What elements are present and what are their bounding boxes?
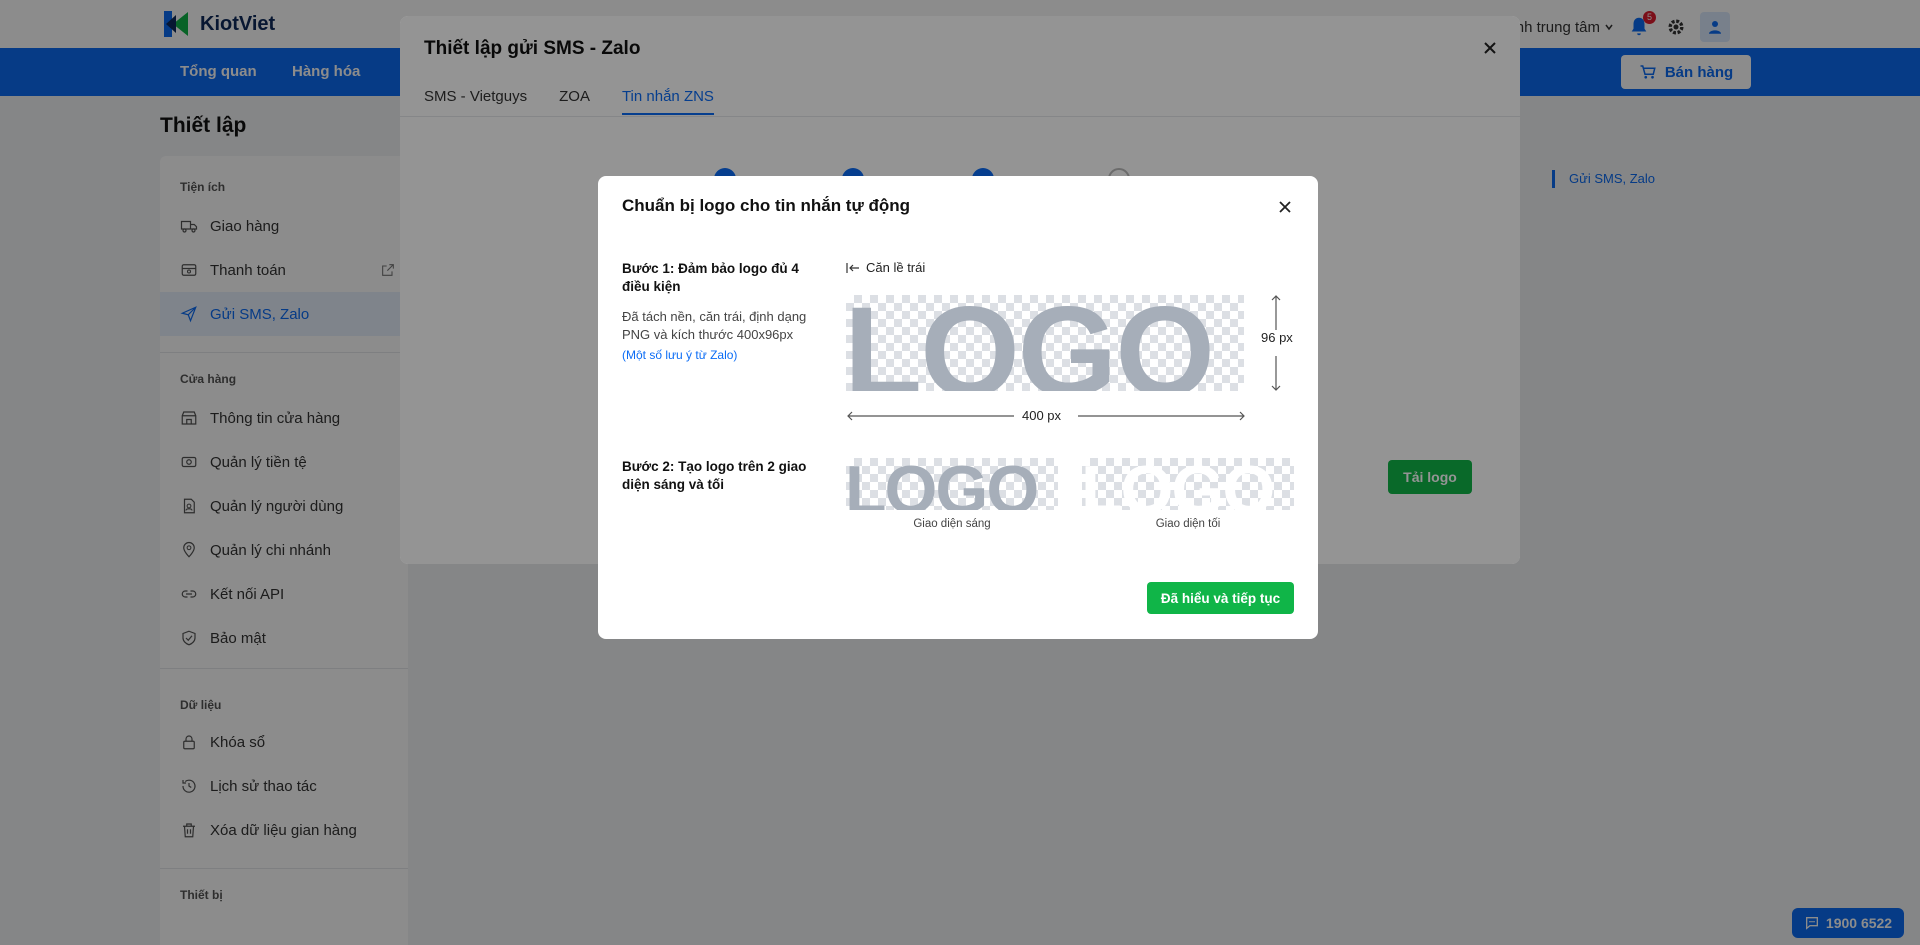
zalo-notes-link[interactable]: (Một số lưu ý từ Zalo) — [622, 348, 737, 362]
step1-description: Đã tách nền, căn trái, định dạng PNG và … — [622, 309, 807, 342]
align-left-arrow-icon — [846, 262, 859, 273]
understood-continue-button[interactable]: Đã hiểu và tiếp tục — [1147, 582, 1294, 614]
logo-sample-text: LOGO — [846, 295, 1215, 391]
step1-title: Bước 1: Đảm bảo logo đủ 4 điều kiện — [622, 261, 799, 294]
logo-preview-main: LOGO — [846, 295, 1244, 391]
height-label: 96 px — [1261, 330, 1293, 345]
light-theme-caption: Giao diện sáng — [913, 518, 991, 530]
logo-guide-modal: Chuẩn bị logo cho tin nhắn tự động Bước … — [598, 176, 1318, 639]
logo-sample-text-dark: LOGO — [1082, 458, 1275, 510]
logo-preview-light: LOGO — [846, 458, 1058, 510]
close-icon[interactable] — [1276, 198, 1294, 216]
width-label: 400 px — [1022, 408, 1062, 423]
dark-theme-caption: Giao diện tối — [1155, 518, 1221, 530]
align-label-text: Căn lề trái — [866, 260, 926, 275]
logo-guide-title: Chuẩn bị logo cho tin nhắn tự động — [622, 196, 911, 215]
step2-title: Bước 2: Tạo logo trên 2 giao diện sáng v… — [622, 459, 807, 492]
logo-preview-dark: LOGO — [1082, 458, 1294, 510]
left-align-label: Căn lề trái — [846, 260, 925, 275]
logo-sample-text-light: LOGO — [846, 458, 1039, 510]
